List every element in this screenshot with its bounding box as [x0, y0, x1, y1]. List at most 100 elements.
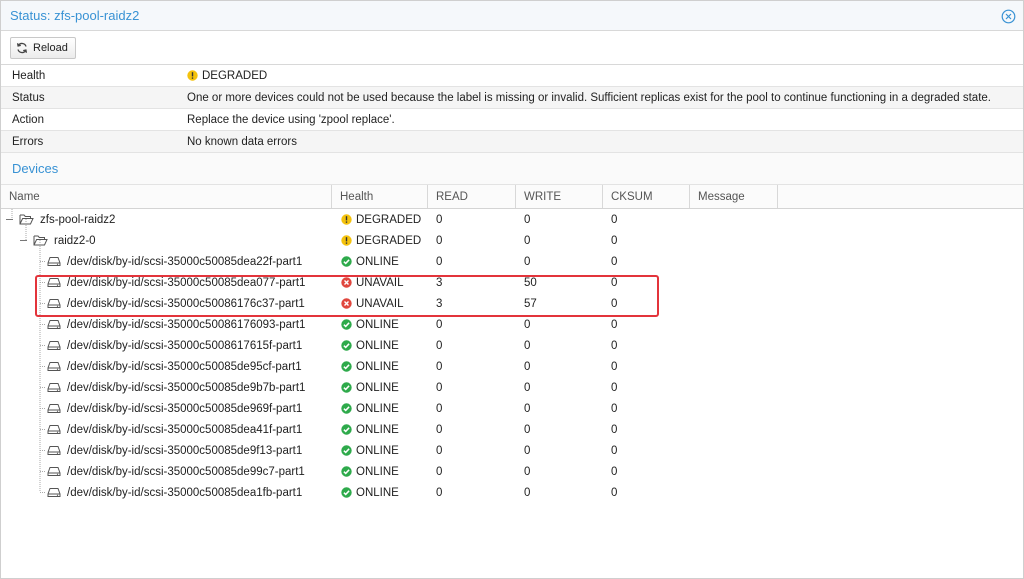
info-value: One or more devices could not be used be… [187, 91, 991, 104]
device-message [690, 230, 778, 251]
device-name-cell: /dev/disk/by-id/scsi-35000c50085dea22f-p… [1, 251, 332, 272]
device-name-cell: /dev/disk/by-id/scsi-35000c50085de9f13-p… [1, 440, 332, 461]
check-circle-icon [341, 487, 352, 498]
device-write: 0 [524, 402, 531, 415]
device-name: /dev/disk/by-id/scsi-35000c50085de9f13-p… [67, 444, 303, 457]
device-name: /dev/disk/by-id/scsi-35000c50085dea22f-p… [67, 255, 303, 268]
device-health: ONLINE [356, 402, 399, 415]
info-value: No known data errors [187, 135, 297, 148]
folder-open-icon [33, 235, 48, 246]
device-message [690, 251, 778, 272]
close-icon[interactable] [1001, 9, 1016, 24]
check-circle-icon [341, 424, 352, 435]
hard-disk-icon [47, 467, 61, 476]
device-name-cell: /dev/disk/by-id/scsi-35000c5008617615f-p… [1, 335, 332, 356]
device-name: /dev/disk/by-id/scsi-35000c50085dea41f-p… [67, 423, 303, 436]
column-header-write[interactable]: WRITE [516, 185, 603, 208]
device-name-cell: /dev/disk/by-id/scsi-35000c50085de99c7-p… [1, 461, 332, 482]
device-name-cell: /dev/disk/by-id/scsi-35000c50085de969f-p… [1, 398, 332, 419]
device-message [690, 272, 778, 293]
tree-row[interactable]: /dev/disk/by-id/scsi-35000c50085dea1fb-p… [1, 482, 1023, 503]
device-message [690, 419, 778, 440]
tree-row[interactable]: /dev/disk/by-id/scsi-35000c50085de99c7-p… [1, 461, 1023, 482]
device-health-cell: DEGRADED [332, 209, 428, 230]
device-write: 0 [524, 318, 531, 331]
device-message [690, 377, 778, 398]
device-read: 3 [436, 297, 443, 310]
tree-row[interactable]: /dev/disk/by-id/scsi-35000c50085dea22f-p… [1, 251, 1023, 272]
column-header-message[interactable]: Message [690, 185, 778, 208]
device-health-cell: ONLINE [332, 461, 428, 482]
device-read: 0 [436, 234, 443, 247]
tree-row[interactable]: /dev/disk/by-id/scsi-35000c50086176093-p… [1, 314, 1023, 335]
device-name: /dev/disk/by-id/scsi-35000c50085dea1fb-p… [67, 486, 303, 499]
tree-collapse-icon[interactable] [6, 219, 13, 220]
device-health: ONLINE [356, 444, 399, 457]
device-cksum: 0 [611, 465, 618, 478]
device-cksum: 0 [611, 318, 618, 331]
tree-row[interactable]: /dev/disk/by-id/scsi-35000c50085dea077-p… [1, 272, 1023, 293]
tree-row[interactable]: /dev/disk/by-id/scsi-35000c50085de95cf-p… [1, 356, 1023, 377]
folder-open-icon [19, 214, 34, 225]
column-header-health[interactable]: Health [332, 185, 428, 208]
device-name: /dev/disk/by-id/scsi-35000c50085de9b7b-p… [67, 381, 306, 394]
check-circle-icon [341, 466, 352, 477]
devices-tree-grid: zfs-pool-raidz2 DEGRADED 0 0 0 raidz2-0 DEGRAD… [1, 209, 1023, 503]
device-health-cell: UNAVAIL [332, 293, 428, 314]
warning-icon [341, 214, 352, 225]
check-circle-icon [341, 403, 352, 414]
tree-row[interactable]: /dev/disk/by-id/scsi-35000c50085de969f-p… [1, 398, 1023, 419]
hard-disk-icon [47, 320, 61, 329]
error-circle-icon [341, 298, 352, 309]
device-message [690, 461, 778, 482]
tree-row[interactable]: raidz2-0 DEGRADED 0 0 0 [1, 230, 1023, 251]
device-cksum: 0 [611, 339, 618, 352]
device-health-cell: ONLINE [332, 482, 428, 503]
device-name-cell: /dev/disk/by-id/scsi-35000c50086176c37-p… [1, 293, 332, 314]
device-read: 0 [436, 381, 443, 394]
reload-button[interactable]: Reload [10, 36, 76, 59]
device-cksum: 0 [611, 360, 618, 373]
hard-disk-icon [47, 299, 61, 308]
tree-collapse-icon[interactable] [20, 240, 27, 241]
status-info-table: Health DEGRADED Status One or more devic… [1, 65, 1023, 153]
device-health: ONLINE [356, 360, 399, 373]
window-titlebar: Status: zfs-pool-raidz2 [1, 1, 1023, 31]
tree-row[interactable]: /dev/disk/by-id/scsi-35000c5008617615f-p… [1, 335, 1023, 356]
hard-disk-icon [47, 383, 61, 392]
column-header-cksum[interactable]: CKSUM [603, 185, 690, 208]
device-write: 50 [524, 276, 537, 289]
tree-row[interactable]: /dev/disk/by-id/scsi-35000c50085de9f13-p… [1, 440, 1023, 461]
device-read: 0 [436, 402, 443, 415]
device-message [690, 440, 778, 461]
info-key: Action [12, 113, 44, 126]
device-health: ONLINE [356, 339, 399, 352]
tree-row[interactable]: /dev/disk/by-id/scsi-35000c50086176c37-p… [1, 293, 1023, 314]
warning-icon [187, 70, 198, 81]
hard-disk-icon [47, 341, 61, 350]
device-message [690, 482, 778, 503]
device-health: ONLINE [356, 381, 399, 394]
device-message [690, 335, 778, 356]
device-name-cell: /dev/disk/by-id/scsi-35000c50086176093-p… [1, 314, 332, 335]
tree-row[interactable]: zfs-pool-raidz2 DEGRADED 0 0 0 [1, 209, 1023, 230]
device-read: 0 [436, 213, 443, 226]
devices-grid-header: Name Health READ WRITE CKSUM Message [1, 185, 1023, 209]
column-header-name[interactable]: Name [1, 185, 332, 208]
device-read: 0 [436, 423, 443, 436]
hard-disk-icon [47, 404, 61, 413]
info-value: DEGRADED [202, 69, 268, 82]
device-name: raidz2-0 [54, 234, 96, 247]
check-circle-icon [341, 319, 352, 330]
toolbar: Reload [1, 31, 1023, 65]
info-row-status: Status One or more devices could not be … [1, 87, 1023, 109]
device-cksum: 0 [611, 255, 618, 268]
tree-row[interactable]: /dev/disk/by-id/scsi-35000c50085dea41f-p… [1, 419, 1023, 440]
check-circle-icon [341, 340, 352, 351]
device-name-cell: /dev/disk/by-id/scsi-35000c50085de95cf-p… [1, 356, 332, 377]
column-header-read[interactable]: READ [428, 185, 516, 208]
device-name-cell: raidz2-0 [1, 230, 332, 251]
device-cksum: 0 [611, 213, 618, 226]
info-value: Replace the device using 'zpool replace'… [187, 113, 395, 126]
tree-row[interactable]: /dev/disk/by-id/scsi-35000c50085de9b7b-p… [1, 377, 1023, 398]
